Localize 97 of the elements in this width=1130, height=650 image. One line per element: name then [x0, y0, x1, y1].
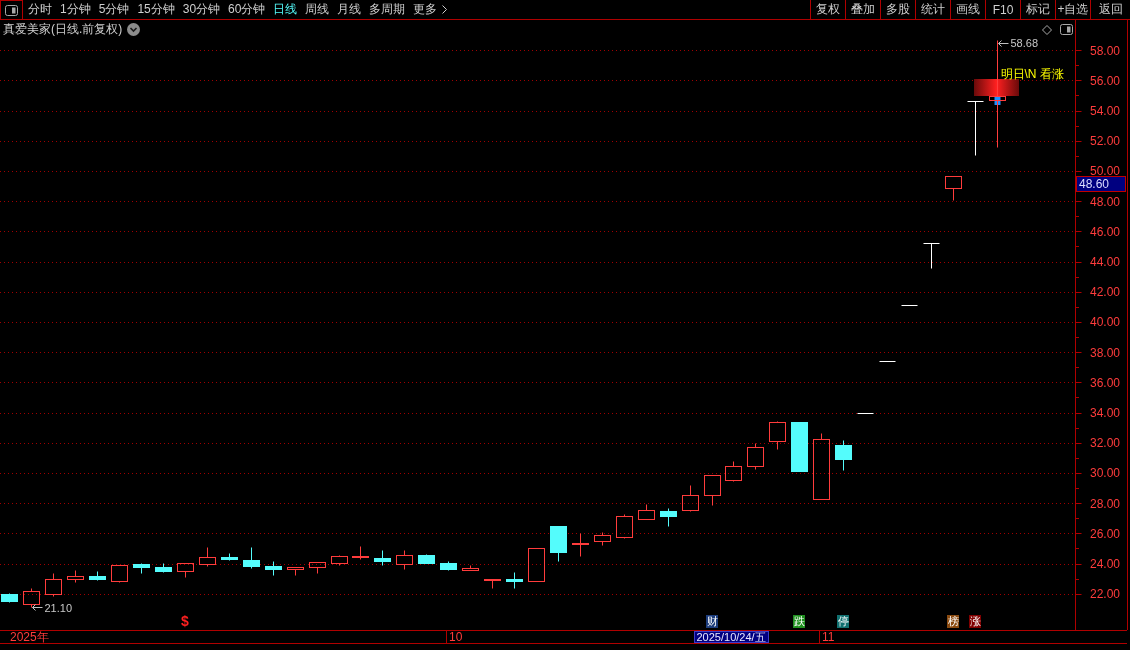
candle	[133, 563, 150, 574]
signal-text: 明日\N 看涨	[1000, 67, 1064, 81]
candle	[418, 554, 435, 564]
event-badge: 停	[837, 615, 849, 628]
event-badge: 涨	[969, 615, 981, 628]
axis-label: 58.00	[1090, 43, 1121, 58]
axis-label: 24.00	[1090, 557, 1121, 572]
candle	[374, 550, 391, 566]
panel-icon[interactable]	[1060, 24, 1073, 35]
period-tab[interactable]: 5分钟	[94, 0, 134, 19]
candle	[1, 593, 18, 603]
high-price-label: 58.68	[1010, 37, 1039, 50]
date-cursor-label: 2025/10/24/五	[693, 631, 769, 643]
axis-label: 52.00	[1090, 134, 1121, 149]
chevron-down-icon[interactable]	[127, 23, 141, 36]
candle	[199, 547, 216, 567]
candle	[945, 176, 962, 201]
axis-label: 36.00	[1090, 375, 1121, 390]
candle	[572, 533, 589, 557]
axis-label: 42.00	[1090, 285, 1121, 300]
candle	[265, 561, 282, 576]
axis-label: 38.00	[1090, 345, 1121, 360]
candle	[704, 475, 721, 506]
period-tab[interactable]: 30分钟	[178, 0, 225, 19]
period-tab[interactable]: 15分钟	[133, 0, 179, 19]
candle	[506, 572, 523, 589]
axis-label: 44.00	[1090, 255, 1121, 270]
candle	[67, 570, 84, 583]
candle	[769, 421, 786, 450]
axis-label: 32.00	[1090, 436, 1121, 451]
candle	[923, 243, 940, 269]
candle	[440, 561, 457, 571]
candle	[243, 547, 260, 569]
candle	[616, 514, 633, 539]
period-tab[interactable]: 多周期	[365, 0, 410, 19]
candle	[396, 550, 413, 570]
period-tab[interactable]: 日线	[269, 0, 302, 19]
axis-label: 48.00	[1090, 194, 1121, 209]
candle	[484, 579, 501, 589]
price-cursor-label: 48.60	[1076, 176, 1126, 192]
axis-label: 30.00	[1090, 466, 1121, 481]
axis-label: 40.00	[1090, 315, 1121, 330]
tool-button[interactable]: +自选	[1055, 0, 1090, 19]
candle	[111, 565, 128, 583]
axis-label: 56.00	[1090, 73, 1121, 88]
period-tab[interactable]: 周线	[301, 0, 334, 19]
period-tab[interactable]: 60分钟	[224, 0, 270, 19]
signal-marker-icon	[974, 79, 1019, 105]
candle	[638, 504, 655, 520]
axis-label: 46.00	[1090, 224, 1121, 239]
candle	[835, 440, 852, 471]
axis-label: 22.00	[1090, 587, 1121, 602]
event-symbol: $	[180, 615, 190, 628]
panel-icon[interactable]	[5, 4, 18, 16]
arrow-icon	[32, 604, 43, 611]
candle	[155, 563, 172, 573]
period-tab[interactable]: 分时	[24, 0, 56, 19]
date-axis-label: 10	[449, 631, 463, 643]
period-tab[interactable]: 1分钟	[56, 0, 95, 19]
candle	[967, 101, 984, 156]
candle	[550, 526, 567, 562]
candle	[594, 532, 611, 546]
candle	[89, 571, 106, 581]
candle	[813, 433, 830, 500]
axis-label: 26.00	[1090, 526, 1121, 541]
candle	[791, 422, 808, 472]
candle	[331, 555, 348, 566]
candle	[177, 563, 194, 578]
period-tab[interactable]: 月线	[333, 0, 366, 19]
chart-title: 真爱美家(日线.前复权)	[3, 22, 123, 37]
diamond-icon[interactable]	[1042, 24, 1052, 35]
candle	[682, 485, 699, 512]
candle	[45, 573, 62, 597]
candle	[309, 562, 326, 574]
candle	[660, 508, 677, 527]
candle	[462, 565, 479, 571]
chevron-right-icon	[442, 5, 448, 14]
low-price-label: 21.10	[44, 601, 73, 614]
sidebar-toggle-button[interactable]	[0, 0, 23, 19]
event-badge: 跌	[793, 615, 805, 628]
candle	[23, 588, 40, 608]
candle	[352, 546, 369, 560]
axis-label: 34.00	[1090, 406, 1121, 421]
candle	[725, 461, 742, 482]
candle	[287, 567, 304, 576]
date-axis-label: 2025年	[10, 631, 49, 643]
date-axis-label: 11	[822, 631, 835, 643]
candle	[221, 553, 238, 561]
axis-label: 54.00	[1090, 104, 1121, 119]
arrow-icon	[998, 40, 1009, 47]
axis-label: 28.00	[1090, 496, 1121, 511]
more-menu-button[interactable]: 更多	[409, 0, 452, 19]
candle	[747, 443, 764, 470]
event-badge: 财	[706, 615, 718, 628]
axis-label: 50.00	[1090, 164, 1121, 179]
candle	[528, 548, 545, 582]
event-badge: 榜	[947, 615, 959, 628]
